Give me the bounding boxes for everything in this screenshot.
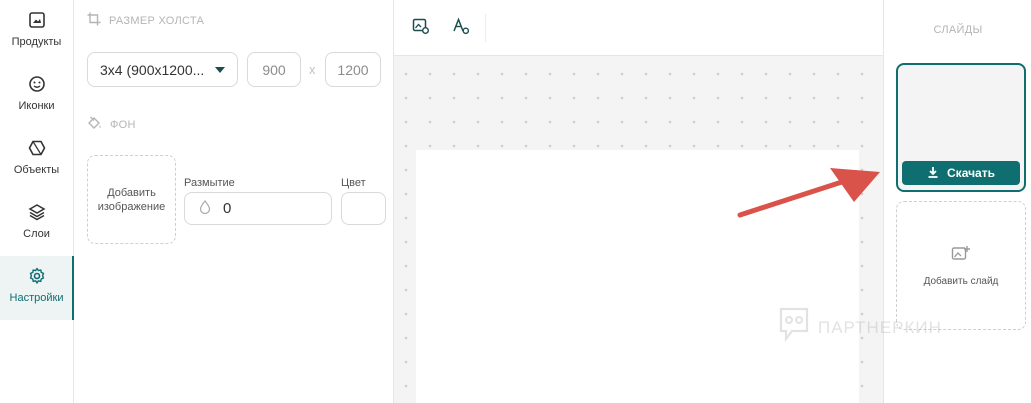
- crop-icon: [87, 12, 101, 29]
- nav-item-label: Слои: [23, 228, 50, 240]
- add-image-icon: [951, 245, 971, 266]
- hexagon-icon: [27, 138, 47, 158]
- nav-item-layers[interactable]: Слои: [0, 192, 73, 256]
- chevron-down-icon: [215, 66, 225, 73]
- nav-item-label: Иконки: [18, 100, 55, 112]
- download-button[interactable]: Скачать: [902, 161, 1020, 185]
- blur-label: Размытие: [184, 177, 235, 189]
- nav-item-settings[interactable]: Настройки: [0, 256, 74, 320]
- download-icon: [927, 166, 939, 181]
- nav-item-label: Продукты: [11, 36, 62, 48]
- nav-item-label: Объекты: [13, 164, 60, 176]
- paint-bucket-icon: [87, 116, 102, 133]
- times-sign: x: [309, 62, 316, 77]
- background-section-title: ФОН: [87, 116, 136, 133]
- text-tool-button[interactable]: [449, 16, 473, 40]
- download-label: Скачать: [947, 166, 995, 180]
- add-image-tool-button[interactable]: [409, 16, 433, 40]
- layers-icon: [27, 202, 47, 222]
- canvas-size-select[interactable]: 3x4 (900x1200...: [87, 52, 238, 87]
- smiley-icon: [27, 74, 47, 94]
- nav-item-objects[interactable]: Объекты: [0, 128, 73, 192]
- gear-icon: [27, 266, 47, 286]
- slides-title: СЛАЙДЫ: [933, 24, 983, 36]
- canvas-height-input[interactable]: 1200: [325, 52, 381, 87]
- color-picker[interactable]: [341, 192, 386, 225]
- add-slide-label: Добавить слайд: [923, 275, 999, 287]
- nav-item-products[interactable]: Продукты: [0, 0, 73, 64]
- left-nav: Продукты Иконки Объекты Слои Настройки: [0, 0, 74, 403]
- drop-icon: [199, 199, 211, 218]
- nav-item-icons[interactable]: Иконки: [0, 64, 73, 128]
- watermark-text: ПАРТНЕРКИН: [818, 317, 942, 337]
- add-background-image-button[interactable]: Добавить изображение: [87, 155, 176, 244]
- canvas-size-select-value: 3x4 (900x1200...: [100, 61, 205, 78]
- image-settings-icon: [412, 17, 430, 40]
- toolbar-divider: [485, 14, 486, 42]
- red-arrow-annotation: [737, 168, 880, 218]
- text-settings-icon: [452, 16, 470, 40]
- blur-value: 0: [223, 200, 232, 217]
- color-label: Цвет: [341, 177, 366, 189]
- slide-thumbnail[interactable]: Скачать: [896, 63, 1026, 192]
- image-frame-icon: [27, 10, 47, 30]
- canvas-size-section-title: РАЗМЕР ХОЛСТА: [87, 12, 204, 29]
- canvas-toolbar: [394, 0, 883, 56]
- speech-bubble-icon: [778, 306, 810, 349]
- blur-input[interactable]: 0: [184, 192, 332, 225]
- settings-panel: РАЗМЕР ХОЛСТА 3x4 (900x1200... 900 x 120…: [74, 0, 394, 403]
- canvas-width-input[interactable]: 900: [247, 52, 301, 87]
- nav-item-label: Настройки: [9, 292, 64, 304]
- watermark: ПАРТНЕРКИН: [778, 306, 942, 349]
